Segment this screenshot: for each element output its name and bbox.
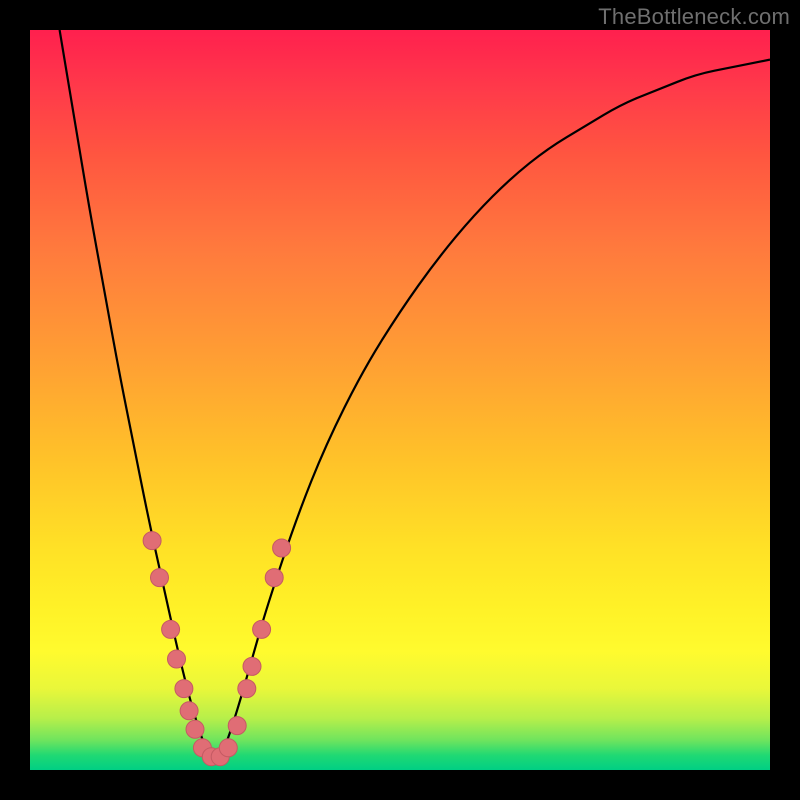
chart-svg (30, 30, 770, 770)
watermark-text: TheBottleneck.com (598, 4, 790, 30)
sample-dot (186, 720, 204, 738)
sample-dot (253, 620, 271, 638)
sample-dot (273, 539, 291, 557)
sample-dot (228, 717, 246, 735)
plot-area (30, 30, 770, 770)
sample-dot (238, 680, 256, 698)
sample-dot (202, 748, 220, 766)
sample-dot (175, 680, 193, 698)
bottleneck-curve (60, 30, 770, 755)
sample-dots-group (143, 532, 291, 766)
sample-dot (180, 702, 198, 720)
sample-dot (168, 650, 186, 668)
sample-dot (265, 569, 283, 587)
sample-dot (151, 569, 169, 587)
sample-dot (162, 620, 180, 638)
chart-stage: TheBottleneck.com (0, 0, 800, 800)
sample-dot (243, 657, 261, 675)
sample-dot (193, 739, 211, 757)
sample-dot (143, 532, 161, 550)
sample-dot (219, 739, 237, 757)
sample-dot (211, 748, 229, 766)
